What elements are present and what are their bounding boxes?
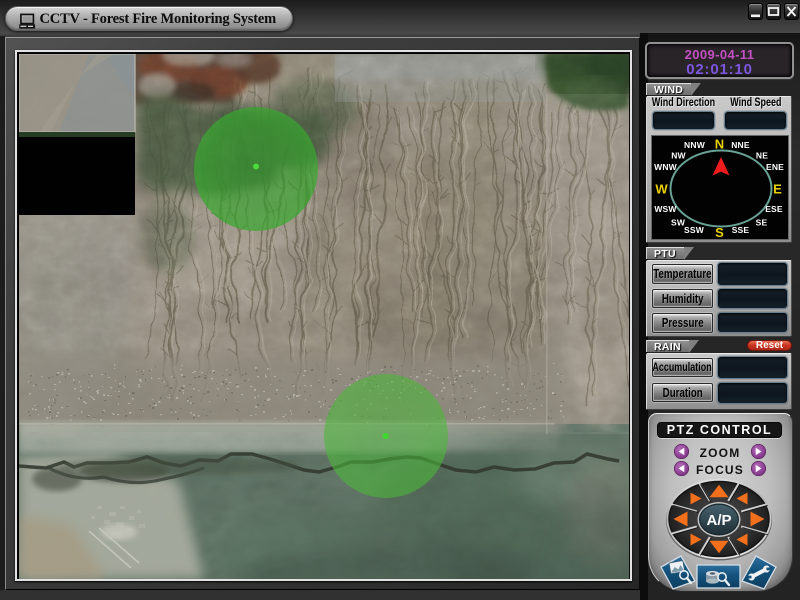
svg-text:ENE: ENE (766, 162, 784, 172)
svg-text:NW: NW (671, 151, 686, 161)
svg-text:NNW: NNW (684, 140, 706, 150)
svg-text:NNE: NNE (731, 140, 750, 150)
svg-text:S: S (715, 225, 724, 240)
svg-text:ESE: ESE (765, 204, 783, 214)
svg-text:NE: NE (756, 151, 768, 161)
svg-text:SE: SE (756, 218, 768, 228)
svg-text:WSW: WSW (654, 204, 677, 214)
svg-text:SSW: SSW (684, 225, 705, 235)
svg-text:WNW: WNW (654, 162, 678, 172)
svg-text:N: N (715, 137, 724, 152)
svg-text:A/P: A/P (706, 512, 731, 529)
svg-text:E: E (773, 182, 782, 197)
svg-text:SSE: SSE (732, 225, 750, 235)
svg-text:W: W (655, 182, 668, 197)
